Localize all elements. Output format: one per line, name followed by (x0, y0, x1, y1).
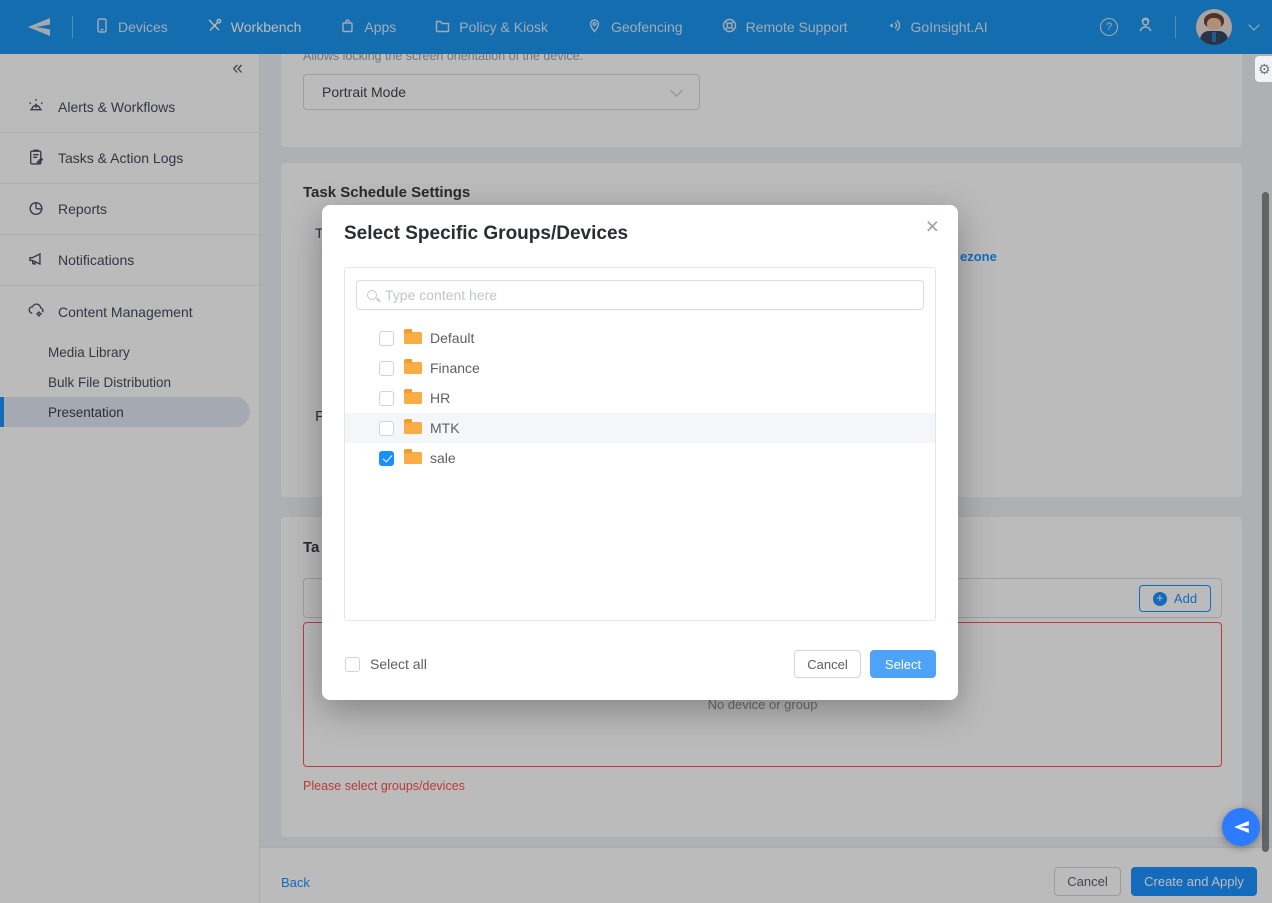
gear-icon: ⚙ (1258, 61, 1271, 78)
settings-flap[interactable]: ⚙ (1255, 56, 1272, 82)
checkbox-unchecked[interactable] (379, 331, 394, 346)
tree-row-mtk[interactable]: MTK (345, 413, 935, 443)
modal-footer: Select all Cancel Select (345, 649, 936, 679)
folder-icon (404, 422, 422, 434)
checkbox-unchecked[interactable] (379, 391, 394, 406)
modal-cancel-button[interactable]: Cancel (794, 650, 861, 678)
tree-row-sale[interactable]: sale (345, 443, 935, 473)
modal-title: Select Specific Groups/Devices (344, 223, 628, 245)
checkbox-unchecked[interactable] (379, 361, 394, 376)
folder-icon (404, 332, 422, 344)
group-name: Finance (430, 360, 480, 376)
group-tree: Default Finance HR MTK (345, 323, 935, 473)
select-all-label: Select all (370, 656, 427, 672)
tree-row-default[interactable]: Default (345, 323, 935, 353)
search-input[interactable] (385, 287, 913, 303)
checkbox-unchecked[interactable] (379, 421, 394, 436)
select-groups-devices-modal: Select Specific Groups/Devices × Default… (322, 205, 958, 700)
group-name: MTK (430, 420, 460, 436)
tree-row-hr[interactable]: HR (345, 383, 935, 413)
select-all-checkbox[interactable] (345, 657, 360, 672)
close-icon[interactable]: × (926, 215, 939, 238)
scrollbar-thumb[interactable] (1262, 192, 1269, 852)
folder-icon (404, 452, 422, 464)
search-icon (367, 290, 377, 300)
floating-brand-button[interactable] (1222, 808, 1260, 846)
group-name: sale (430, 450, 456, 466)
folder-icon (404, 392, 422, 404)
folder-icon (404, 362, 422, 374)
checkbox-checked[interactable] (379, 451, 394, 466)
tree-row-finance[interactable]: Finance (345, 353, 935, 383)
group-name: Default (430, 330, 474, 346)
paper-plane-icon (1232, 819, 1251, 835)
app-window: Devices Workbench Apps Policy & Kiosk Ge… (0, 0, 1272, 903)
group-name: HR (430, 390, 450, 406)
search-box (356, 280, 924, 310)
group-tree-panel: Default Finance HR MTK (344, 267, 936, 621)
modal-select-button[interactable]: Select (870, 650, 936, 678)
modal-buttons: Cancel Select (794, 650, 936, 678)
